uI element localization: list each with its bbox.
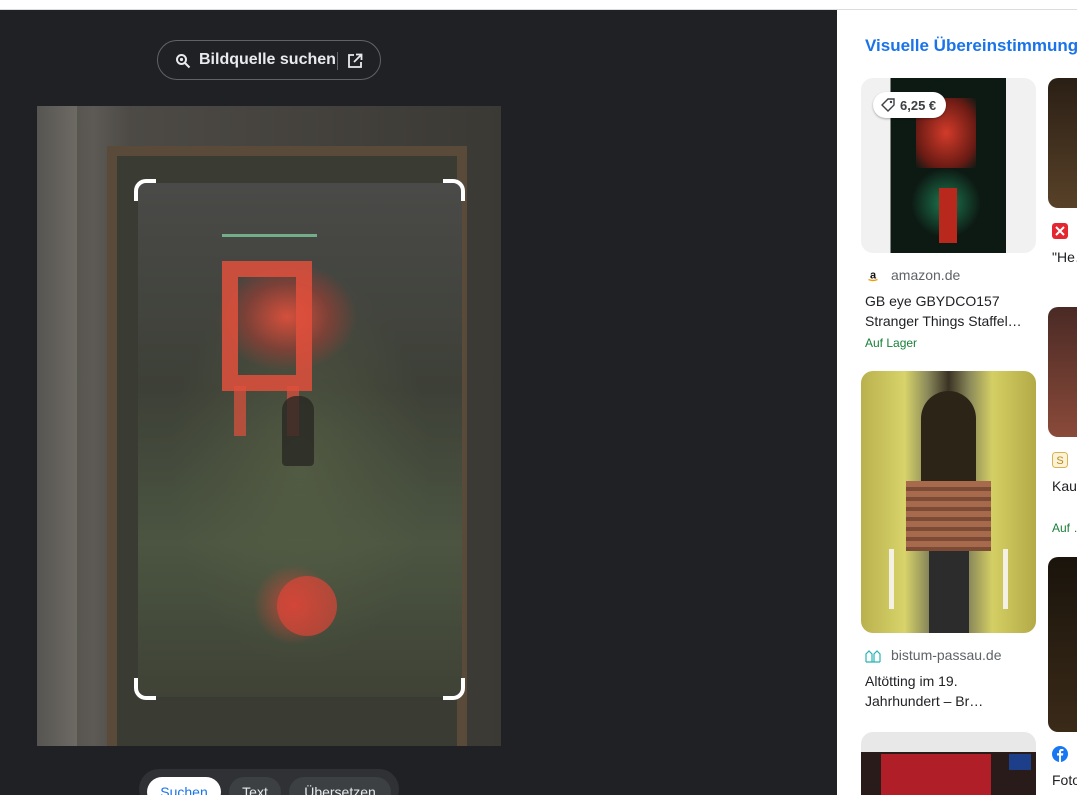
- mode-text-tab[interactable]: Text: [229, 777, 281, 795]
- result-source[interactable]: bistum-passau.de: [865, 647, 1002, 663]
- crop-handle-top-right[interactable]: [443, 179, 465, 201]
- result-source[interactable]: a amazon.de: [865, 267, 960, 283]
- facebook-icon: [1052, 746, 1068, 762]
- results-panel: Visuelle Übereinstimmungen 6,25 € a amaz…: [837, 10, 1077, 795]
- mode-switcher: Suchen Text Übersetzen: [139, 769, 399, 795]
- crop-handle-top-left[interactable]: [134, 179, 156, 201]
- result-thumbnail[interactable]: 6,25 €: [861, 78, 1036, 253]
- result-thumbnail[interactable]: [1048, 78, 1077, 208]
- stock-status: Auf Lager: [865, 336, 918, 350]
- svg-text:S: S: [1056, 455, 1063, 467]
- mode-translate-tab[interactable]: Übersetzen: [289, 777, 391, 795]
- result-title[interactable]: Altötting im 19. Jahrhundert – Br…: [865, 671, 1035, 711]
- top-bar: [0, 0, 1077, 10]
- result-thumbnail[interactable]: [1048, 557, 1077, 732]
- price-badge: 6,25 €: [873, 92, 947, 118]
- shop-source-icon: S: [1052, 452, 1068, 468]
- find-image-source-label: Bildquelle suchen: [199, 51, 336, 68]
- price-tag-icon: [881, 98, 895, 112]
- result-title[interactable]: "He… Net…: [1052, 247, 1077, 267]
- find-image-source-button[interactable]: Bildquelle suchen: [157, 40, 381, 80]
- stock-status: Auf …: [1052, 521, 1077, 535]
- result-title[interactable]: GB eye GBYDCO157 Stranger Things Staffel…: [865, 291, 1035, 331]
- result-source-name: amazon.de: [891, 267, 961, 283]
- result-thumbnail[interactable]: [1048, 307, 1077, 437]
- amazon-icon: a: [865, 267, 881, 283]
- result-thumbnail[interactable]: [861, 371, 1036, 633]
- result-title[interactable]: Kau… Ölg…: [1052, 476, 1077, 496]
- mode-search-tab[interactable]: Suchen: [147, 777, 221, 795]
- query-image: [37, 106, 501, 746]
- crop-handle-bottom-left[interactable]: [134, 678, 156, 700]
- open-in-new-icon[interactable]: [347, 53, 363, 69]
- result-title[interactable]: Foto…: [1052, 770, 1077, 790]
- bistum-passau-icon: [865, 650, 881, 663]
- result-thumbnail[interactable]: [861, 732, 1036, 795]
- lens-search-icon: [176, 54, 191, 69]
- price-value: 6,25 €: [900, 97, 937, 113]
- button-divider: [337, 52, 338, 70]
- red-source-icon: [1052, 223, 1068, 239]
- results-heading: Visuelle Übereinstimmungen: [865, 36, 1077, 55]
- result-source-name: bistum-passau.de: [891, 647, 1002, 663]
